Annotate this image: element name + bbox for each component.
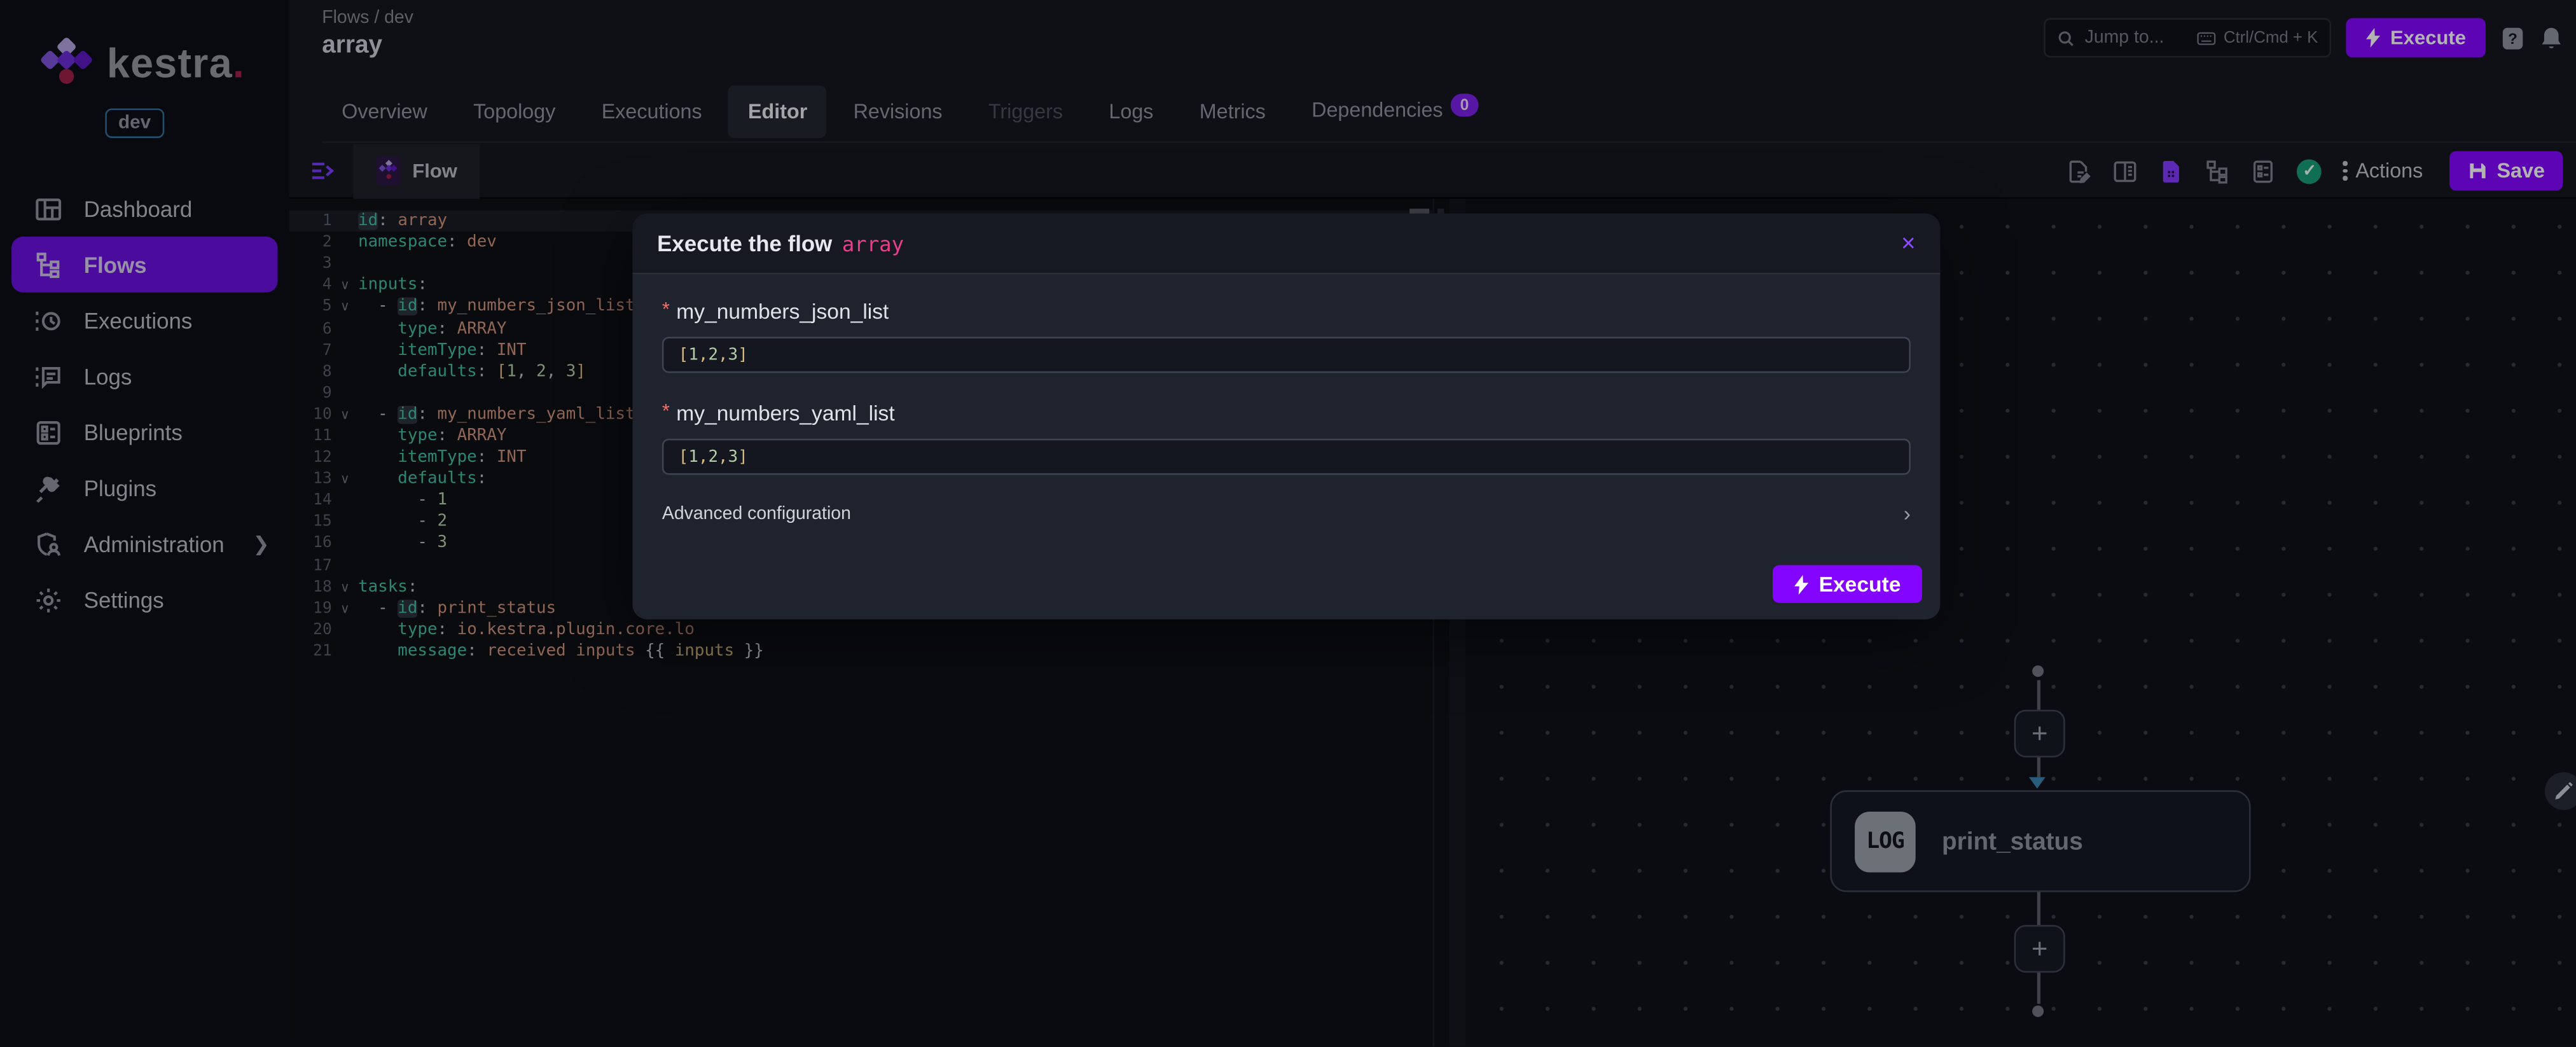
advanced-configuration-toggle[interactable]: Advanced configuration › (662, 501, 1911, 526)
kestra-app: kestra. dev DashboardFlowsExecutionsLogs… (0, 0, 2576, 1046)
bolt-icon (1794, 574, 1809, 594)
execute-button-modal[interactable]: Execute (1773, 565, 1922, 603)
modal-title: Execute the flow (657, 231, 832, 256)
close-icon[interactable]: × (1901, 229, 1916, 257)
modal-body: *my_numbers_json_list [1,2,3] *my_numbers_… (632, 274, 1940, 525)
required-asterisk: * (662, 298, 670, 321)
input-my_numbers_yaml_list[interactable]: [1,2,3] (662, 439, 1911, 475)
modal-header: Execute the flow array × (632, 214, 1940, 275)
input-field-label: *my_numbers_json_list (662, 298, 1911, 324)
modal-footer: Execute (1773, 565, 1922, 603)
input-my_numbers_json_list[interactable]: [1,2,3] (662, 336, 1911, 373)
chevron-right-icon: › (1904, 501, 1911, 526)
execute-flow-modal: Execute the flow array × *my_numbers_jso… (632, 214, 1940, 620)
input-field-label: *my_numbers_yaml_list (662, 399, 1911, 426)
modal-flow-name: array (842, 231, 904, 256)
required-asterisk: * (662, 399, 670, 422)
